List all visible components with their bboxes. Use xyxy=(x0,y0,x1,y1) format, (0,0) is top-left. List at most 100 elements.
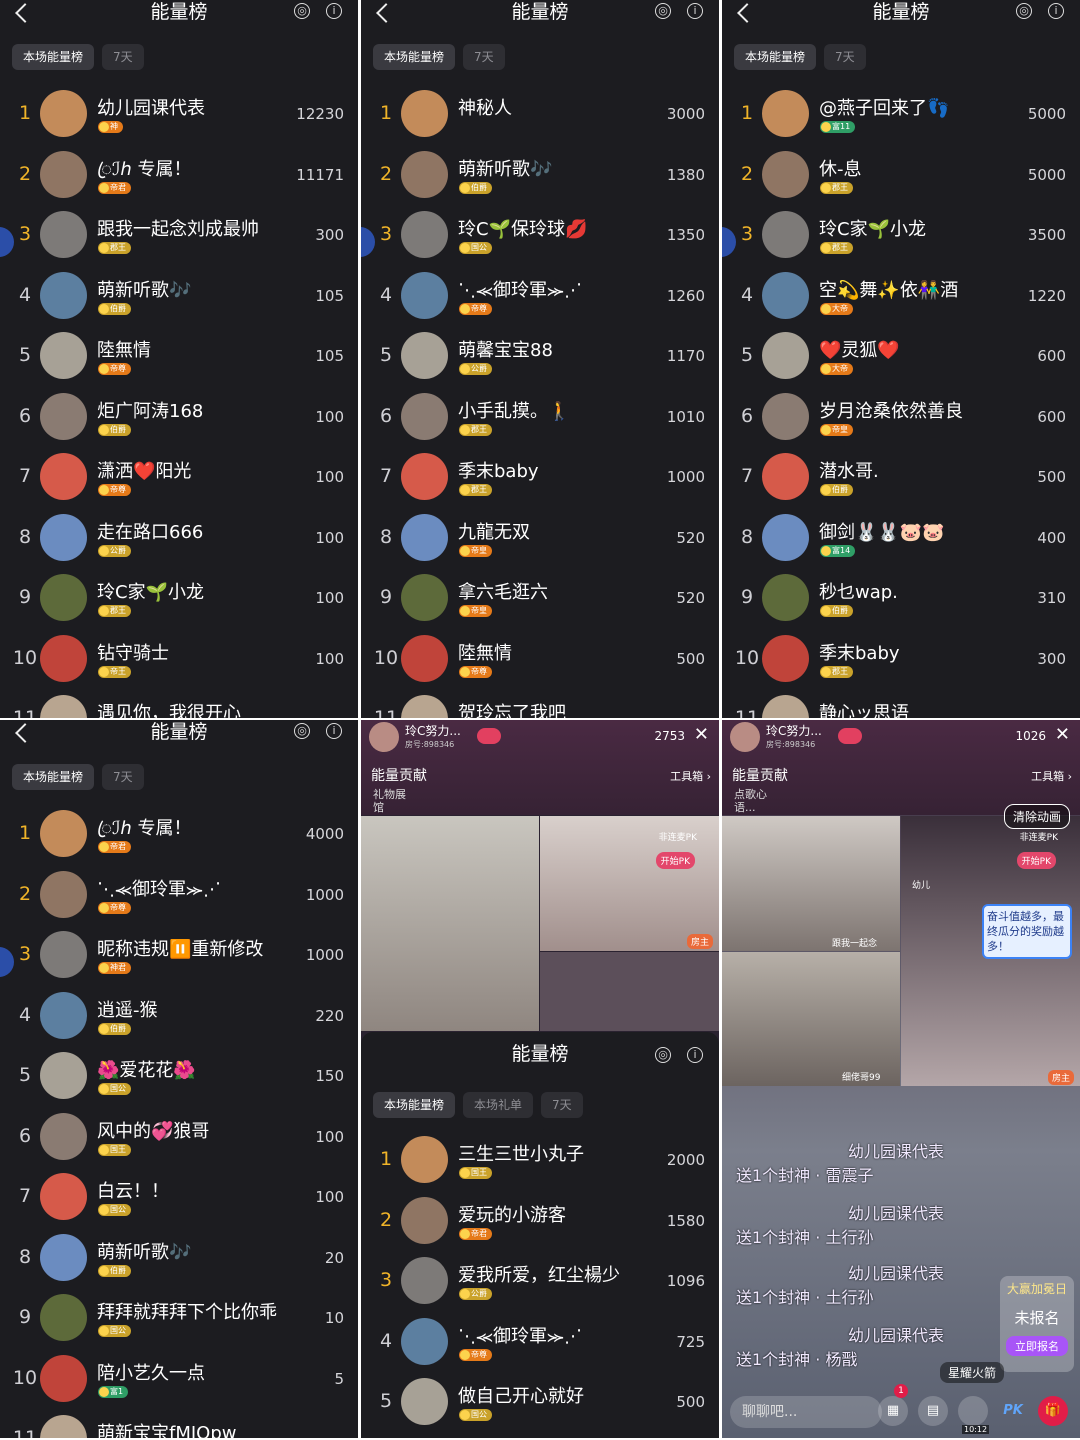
gift-gallery-label[interactable]: 礼物展馆 xyxy=(373,788,413,814)
start-pk-button[interactable]: 开始PK xyxy=(655,852,695,869)
rank-row[interactable]: 4 ⋱⪻御玲軍⪼⋰ 帝尊 1260 xyxy=(361,266,719,327)
avatar[interactable] xyxy=(401,211,448,258)
rank-row[interactable]: 11 贺玲忘了我吧 xyxy=(361,689,719,718)
avatar[interactable] xyxy=(40,150,87,198)
rank-row[interactable]: 1 @燕子回来了👣 富11 5000 xyxy=(722,84,1080,145)
avatar[interactable] xyxy=(762,453,809,500)
avatar[interactable] xyxy=(40,991,87,1039)
avatar[interactable] xyxy=(401,1136,448,1183)
avatar[interactable] xyxy=(401,1317,448,1365)
avatar[interactable] xyxy=(40,695,87,718)
avatar[interactable] xyxy=(762,332,809,379)
avatar[interactable] xyxy=(40,211,87,258)
avatar[interactable] xyxy=(40,513,87,561)
rank-row[interactable]: 10 陪小艺久一点 富1 5 xyxy=(0,1349,358,1410)
host-avatar[interactable] xyxy=(369,722,399,752)
rank-row[interactable]: 7 潇洒❤️阳光 帝尊 100 xyxy=(0,447,358,508)
rank-row[interactable]: 1 神秘人 3000 xyxy=(361,84,719,145)
rank-row[interactable]: 6 风中的💞狼哥 国王 100 xyxy=(0,1107,358,1168)
toolbox-link[interactable]: 工具箱 › xyxy=(670,768,711,784)
event-card[interactable]: 大赢加冕日 未报名 立即报名 xyxy=(1000,1276,1074,1372)
video-cell-main[interactable] xyxy=(361,816,539,1031)
chat-user[interactable]: 幼儿园课代表 xyxy=(848,1142,944,1161)
rocket-label[interactable]: 星耀火箭 xyxy=(940,1362,1005,1383)
avatar[interactable] xyxy=(762,392,809,440)
rank-row[interactable]: 5 🌺爱花花🌺 国公 150 xyxy=(0,1046,358,1107)
pk-button[interactable]: PK xyxy=(998,1396,1028,1426)
rank-row[interactable]: 4 空💫舞✨依👫酒 大帝 1220 xyxy=(722,266,1080,327)
avatar[interactable] xyxy=(40,1233,87,1281)
rank-row[interactable]: 9 玲C家🌱小龙 郡王 100 xyxy=(0,568,358,629)
rank-row[interactable]: 9 秒乜wap. 伯爵 310 xyxy=(722,568,1080,629)
info-icon[interactable]: i xyxy=(326,723,342,739)
avatar[interactable] xyxy=(40,931,87,978)
rocket-avatar[interactable] xyxy=(958,1396,988,1426)
tab-7days[interactable]: 7天 xyxy=(541,1092,583,1118)
avatar[interactable] xyxy=(762,574,809,621)
avatar[interactable] xyxy=(401,453,448,500)
avatar[interactable] xyxy=(40,453,87,500)
gift-icon[interactable]: 🎁 xyxy=(1038,1396,1068,1426)
tab-7days[interactable]: 7天 xyxy=(102,44,144,70)
info-icon[interactable]: i xyxy=(326,3,342,19)
song-request-label[interactable]: 点歌心语... xyxy=(734,788,780,814)
avatar[interactable] xyxy=(762,271,809,319)
info-icon[interactable]: i xyxy=(1048,3,1064,19)
tab-gift-list[interactable]: 本场礼单 xyxy=(463,1092,534,1118)
avatar[interactable] xyxy=(40,574,87,621)
rank-row[interactable]: 11 萌新宝宝fMIQpw xyxy=(0,1409,358,1438)
avatar[interactable] xyxy=(401,271,448,319)
chat-user[interactable]: 幼儿园课代表 xyxy=(848,1264,944,1283)
avatar[interactable] xyxy=(40,332,87,379)
chat-user[interactable]: 幼儿园课代表 xyxy=(848,1326,944,1345)
avatar[interactable] xyxy=(762,695,809,718)
avatar[interactable] xyxy=(40,634,87,682)
avatar[interactable] xyxy=(401,332,448,379)
tab-session[interactable]: 本场能量榜 xyxy=(12,44,95,70)
message-icon[interactable]: ▤ xyxy=(918,1396,948,1426)
follow-heart-icon[interactable] xyxy=(477,728,501,744)
settings-icon[interactable]: ◎ xyxy=(294,3,310,19)
register-button[interactable]: 立即报名 xyxy=(1006,1336,1068,1356)
clear-animation-button[interactable]: 清除动画 xyxy=(1003,804,1070,829)
rank-row[interactable]: 5 萌馨宝宝88 公爵 1170 xyxy=(361,326,719,387)
rank-row[interactable]: 10 钻守骑士 帝王 100 xyxy=(0,629,358,690)
avatar[interactable] xyxy=(401,392,448,440)
follow-heart-icon[interactable] xyxy=(838,728,862,744)
info-icon[interactable]: i xyxy=(687,3,703,19)
rank-row[interactable]: 3 爱我所爱，红尘楊少 公爵 1096 xyxy=(361,1251,719,1312)
rank-row[interactable]: 7 白云！！ 国公 100 xyxy=(0,1167,358,1228)
rank-row[interactable]: 8 萌新听歌🎶 伯爵 20 xyxy=(0,1228,358,1289)
tab-7days[interactable]: 7天 xyxy=(463,44,505,70)
viewer-count[interactable]: 1026 xyxy=(1015,729,1046,743)
rank-row[interactable]: 1 三生三世小丸子 国王 2000 xyxy=(361,1130,719,1191)
rank-row[interactable]: 6 岁月沧桑依然善良 帝皇 600 xyxy=(722,387,1080,448)
avatar[interactable] xyxy=(40,1294,87,1341)
avatar[interactable] xyxy=(401,90,448,137)
avatar[interactable] xyxy=(762,513,809,561)
avatar[interactable] xyxy=(401,1378,448,1425)
rank-row[interactable]: 5 做自己开心就好 国公 500 xyxy=(361,1372,719,1433)
close-icon[interactable]: ✕ xyxy=(694,724,709,745)
tab-session[interactable]: 本场能量榜 xyxy=(373,1092,456,1118)
host-avatar[interactable] xyxy=(730,722,760,752)
rank-row[interactable]: 8 御剑🐰🐰🐷🐷 富14 400 xyxy=(722,508,1080,569)
avatar[interactable] xyxy=(762,211,809,258)
settings-icon[interactable]: ◎ xyxy=(1016,3,1032,19)
avatar[interactable] xyxy=(40,870,87,918)
rank-row[interactable]: 8 九龍无双 帝皇 520 xyxy=(361,508,719,569)
rank-row[interactable]: 11 静心ッ思语 xyxy=(722,689,1080,718)
avatar[interactable] xyxy=(401,513,448,561)
rank-row[interactable]: 3 玲C家🌱小龙 郡王 3500 xyxy=(722,205,1080,266)
avatar[interactable] xyxy=(401,634,448,682)
rank-row[interactable]: 11 遇见你，我很开心 xyxy=(0,689,358,718)
video-cell-3[interactable] xyxy=(540,952,719,1031)
rank-row[interactable]: 4 ⋱⪻御玲軍⪼⋰ 帝尊 725 xyxy=(361,1312,719,1373)
avatar[interactable] xyxy=(762,90,809,137)
rank-row[interactable]: 9 拜拜就拜拜下个比你乖 国公 10 xyxy=(0,1288,358,1349)
rank-row[interactable]: 5 陸無情 帝尊 105 xyxy=(0,326,358,387)
avatar[interactable] xyxy=(762,150,809,198)
avatar[interactable] xyxy=(401,574,448,621)
tab-7days[interactable]: 7天 xyxy=(102,764,144,790)
rank-row[interactable]: 7 季末baby 郡王 1000 xyxy=(361,447,719,508)
